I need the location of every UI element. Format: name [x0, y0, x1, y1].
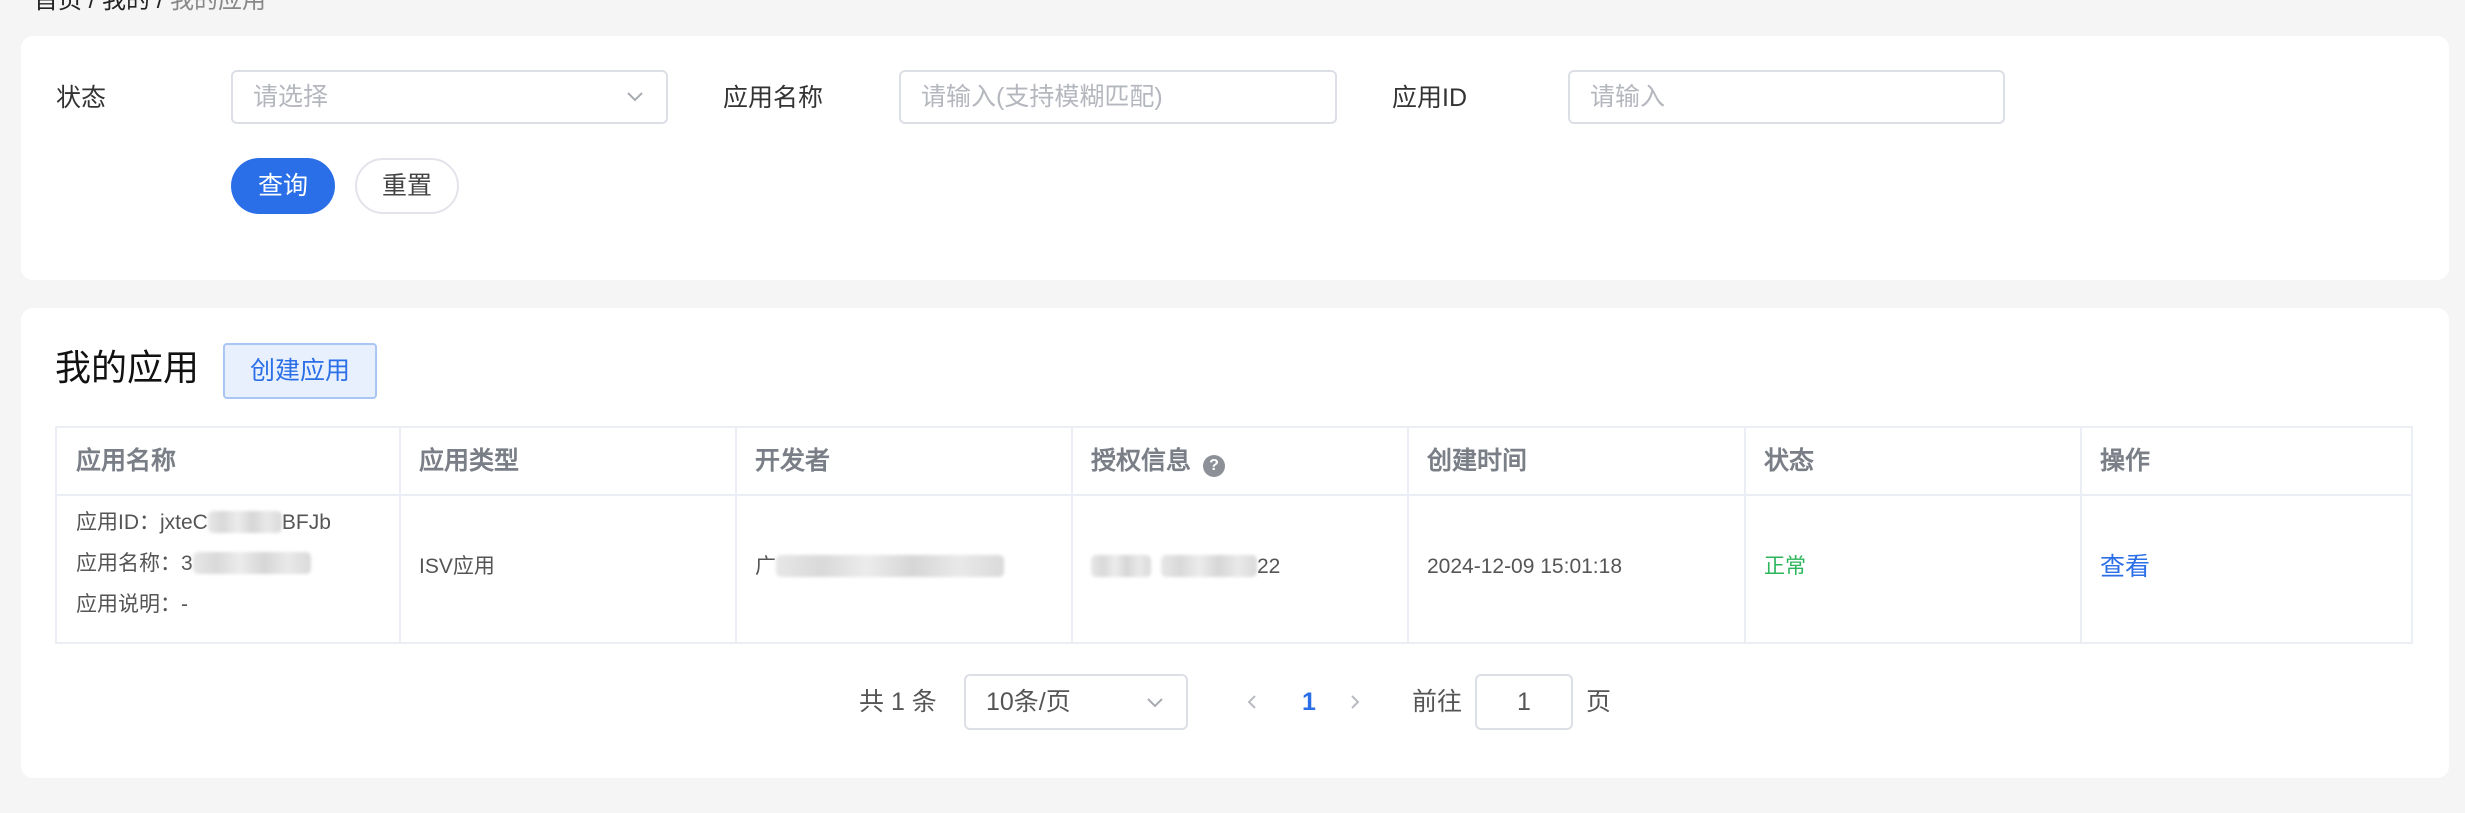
- app-name-prefix: 3: [181, 552, 193, 575]
- redacted-blur: [1091, 555, 1151, 577]
- column-header-created-at: 创建时间: [1427, 447, 1528, 475]
- breadcrumb-current: 我的应用: [170, 0, 267, 14]
- status-badge: 正常: [1764, 555, 1806, 578]
- breadcrumb-separator: /: [156, 0, 171, 14]
- page-size-select[interactable]: 10条/页: [964, 674, 1188, 730]
- chevron-down-icon: [627, 92, 643, 102]
- app-table: 应用名称 应用类型 开发者 授权信息? 创建时间 状态 操作 应用ID：jxte…: [55, 426, 2413, 644]
- app-id-line: 应用ID：jxteC BFJb: [76, 508, 331, 538]
- auth-info-cell: 22: [1091, 552, 1280, 582]
- status-filter-label: 状态: [56, 84, 107, 112]
- help-icon[interactable]: ?: [1203, 455, 1226, 477]
- app-desc-value: -: [181, 593, 188, 616]
- app-desc-line: 应用说明：-: [76, 590, 188, 620]
- app-list-panel: 我的应用 创建应用 应用名称 应用类型 开发者 授权信息? 创建时间 状态 操作…: [21, 308, 2449, 778]
- goto-unit-label: 页: [1586, 688, 1612, 716]
- app-id-suffix: BFJb: [281, 511, 331, 534]
- search-button[interactable]: 查询: [231, 158, 335, 214]
- goto-page-input[interactable]: 1: [1475, 674, 1573, 730]
- column-header-auth-info-label: 授权信息: [1091, 447, 1192, 475]
- developer-cell: 广: [755, 552, 1004, 582]
- auth-info-suffix: 22: [1257, 555, 1281, 578]
- app-name-filter-label: 应用名称: [723, 84, 824, 112]
- column-header-app-name: 应用名称: [76, 447, 177, 475]
- reset-button[interactable]: 重置: [355, 158, 459, 214]
- column-header-status: 状态: [1764, 447, 1815, 475]
- redacted-blur: [207, 511, 282, 533]
- table-row: 应用ID：jxteC BFJb 应用名称：3 应用说明：- ISV应用 广 22 …: [57, 496, 2411, 642]
- chevron-left-icon[interactable]: [1238, 688, 1266, 716]
- breadcrumb-separator: /: [88, 0, 103, 14]
- developer-prefix: 广: [755, 555, 776, 578]
- page-size-value: 10条/页: [986, 688, 1071, 716]
- app-name-label: 应用名称：: [76, 552, 181, 575]
- column-header-auth-info: 授权信息?: [1091, 428, 1226, 494]
- pagination-total: 共 1 条: [859, 688, 937, 716]
- app-desc-label: 应用说明：: [76, 593, 181, 616]
- app-id-label: 应用ID：: [76, 511, 160, 534]
- created-at-cell: 2024-12-09 15:01:18: [1427, 555, 1622, 578]
- app-id-input[interactable]: 请输入: [1568, 70, 2005, 124]
- filter-panel: 状态 请选择 应用名称 请输入(支持模糊匹配) 应用ID 请输入 查询 重置: [21, 36, 2449, 280]
- redacted-blur: [1161, 555, 1257, 577]
- status-select-placeholder: 请选择: [253, 83, 329, 111]
- goto-label: 前往: [1412, 688, 1463, 716]
- chevron-right-icon[interactable]: [1341, 688, 1369, 716]
- column-header-app-type: 应用类型: [419, 447, 520, 475]
- app-id-prefix: jxteC: [160, 511, 208, 534]
- breadcrumb: 首页 / 我的 / 我的应用: [34, 0, 266, 16]
- breadcrumb-mine[interactable]: 我的: [102, 0, 150, 14]
- page-number-current[interactable]: 1: [1291, 674, 1327, 730]
- status-select[interactable]: 请选择: [231, 70, 668, 124]
- app-id-filter-label: 应用ID: [1392, 84, 1468, 112]
- app-id-input-placeholder: 请输入: [1590, 83, 1666, 111]
- app-type-cell: ISV应用: [419, 555, 495, 578]
- page-title: 我的应用: [55, 347, 200, 388]
- app-name-input-placeholder: 请输入(支持模糊匹配): [921, 83, 1163, 111]
- app-name-line: 应用名称：3: [76, 549, 311, 579]
- redacted-blur: [776, 555, 1004, 577]
- column-header-developer: 开发者: [755, 447, 831, 475]
- chevron-down-icon: [1147, 698, 1163, 708]
- create-app-button[interactable]: 创建应用: [223, 343, 377, 399]
- table-header: 应用名称 应用类型 开发者 授权信息? 创建时间 状态 操作: [57, 428, 2411, 496]
- app-name-input[interactable]: 请输入(支持模糊匹配): [899, 70, 1337, 124]
- column-header-actions: 操作: [2100, 447, 2151, 475]
- redacted-blur: [192, 552, 311, 574]
- view-link[interactable]: 查看: [2100, 550, 2150, 584]
- breadcrumb-home[interactable]: 首页: [34, 0, 82, 14]
